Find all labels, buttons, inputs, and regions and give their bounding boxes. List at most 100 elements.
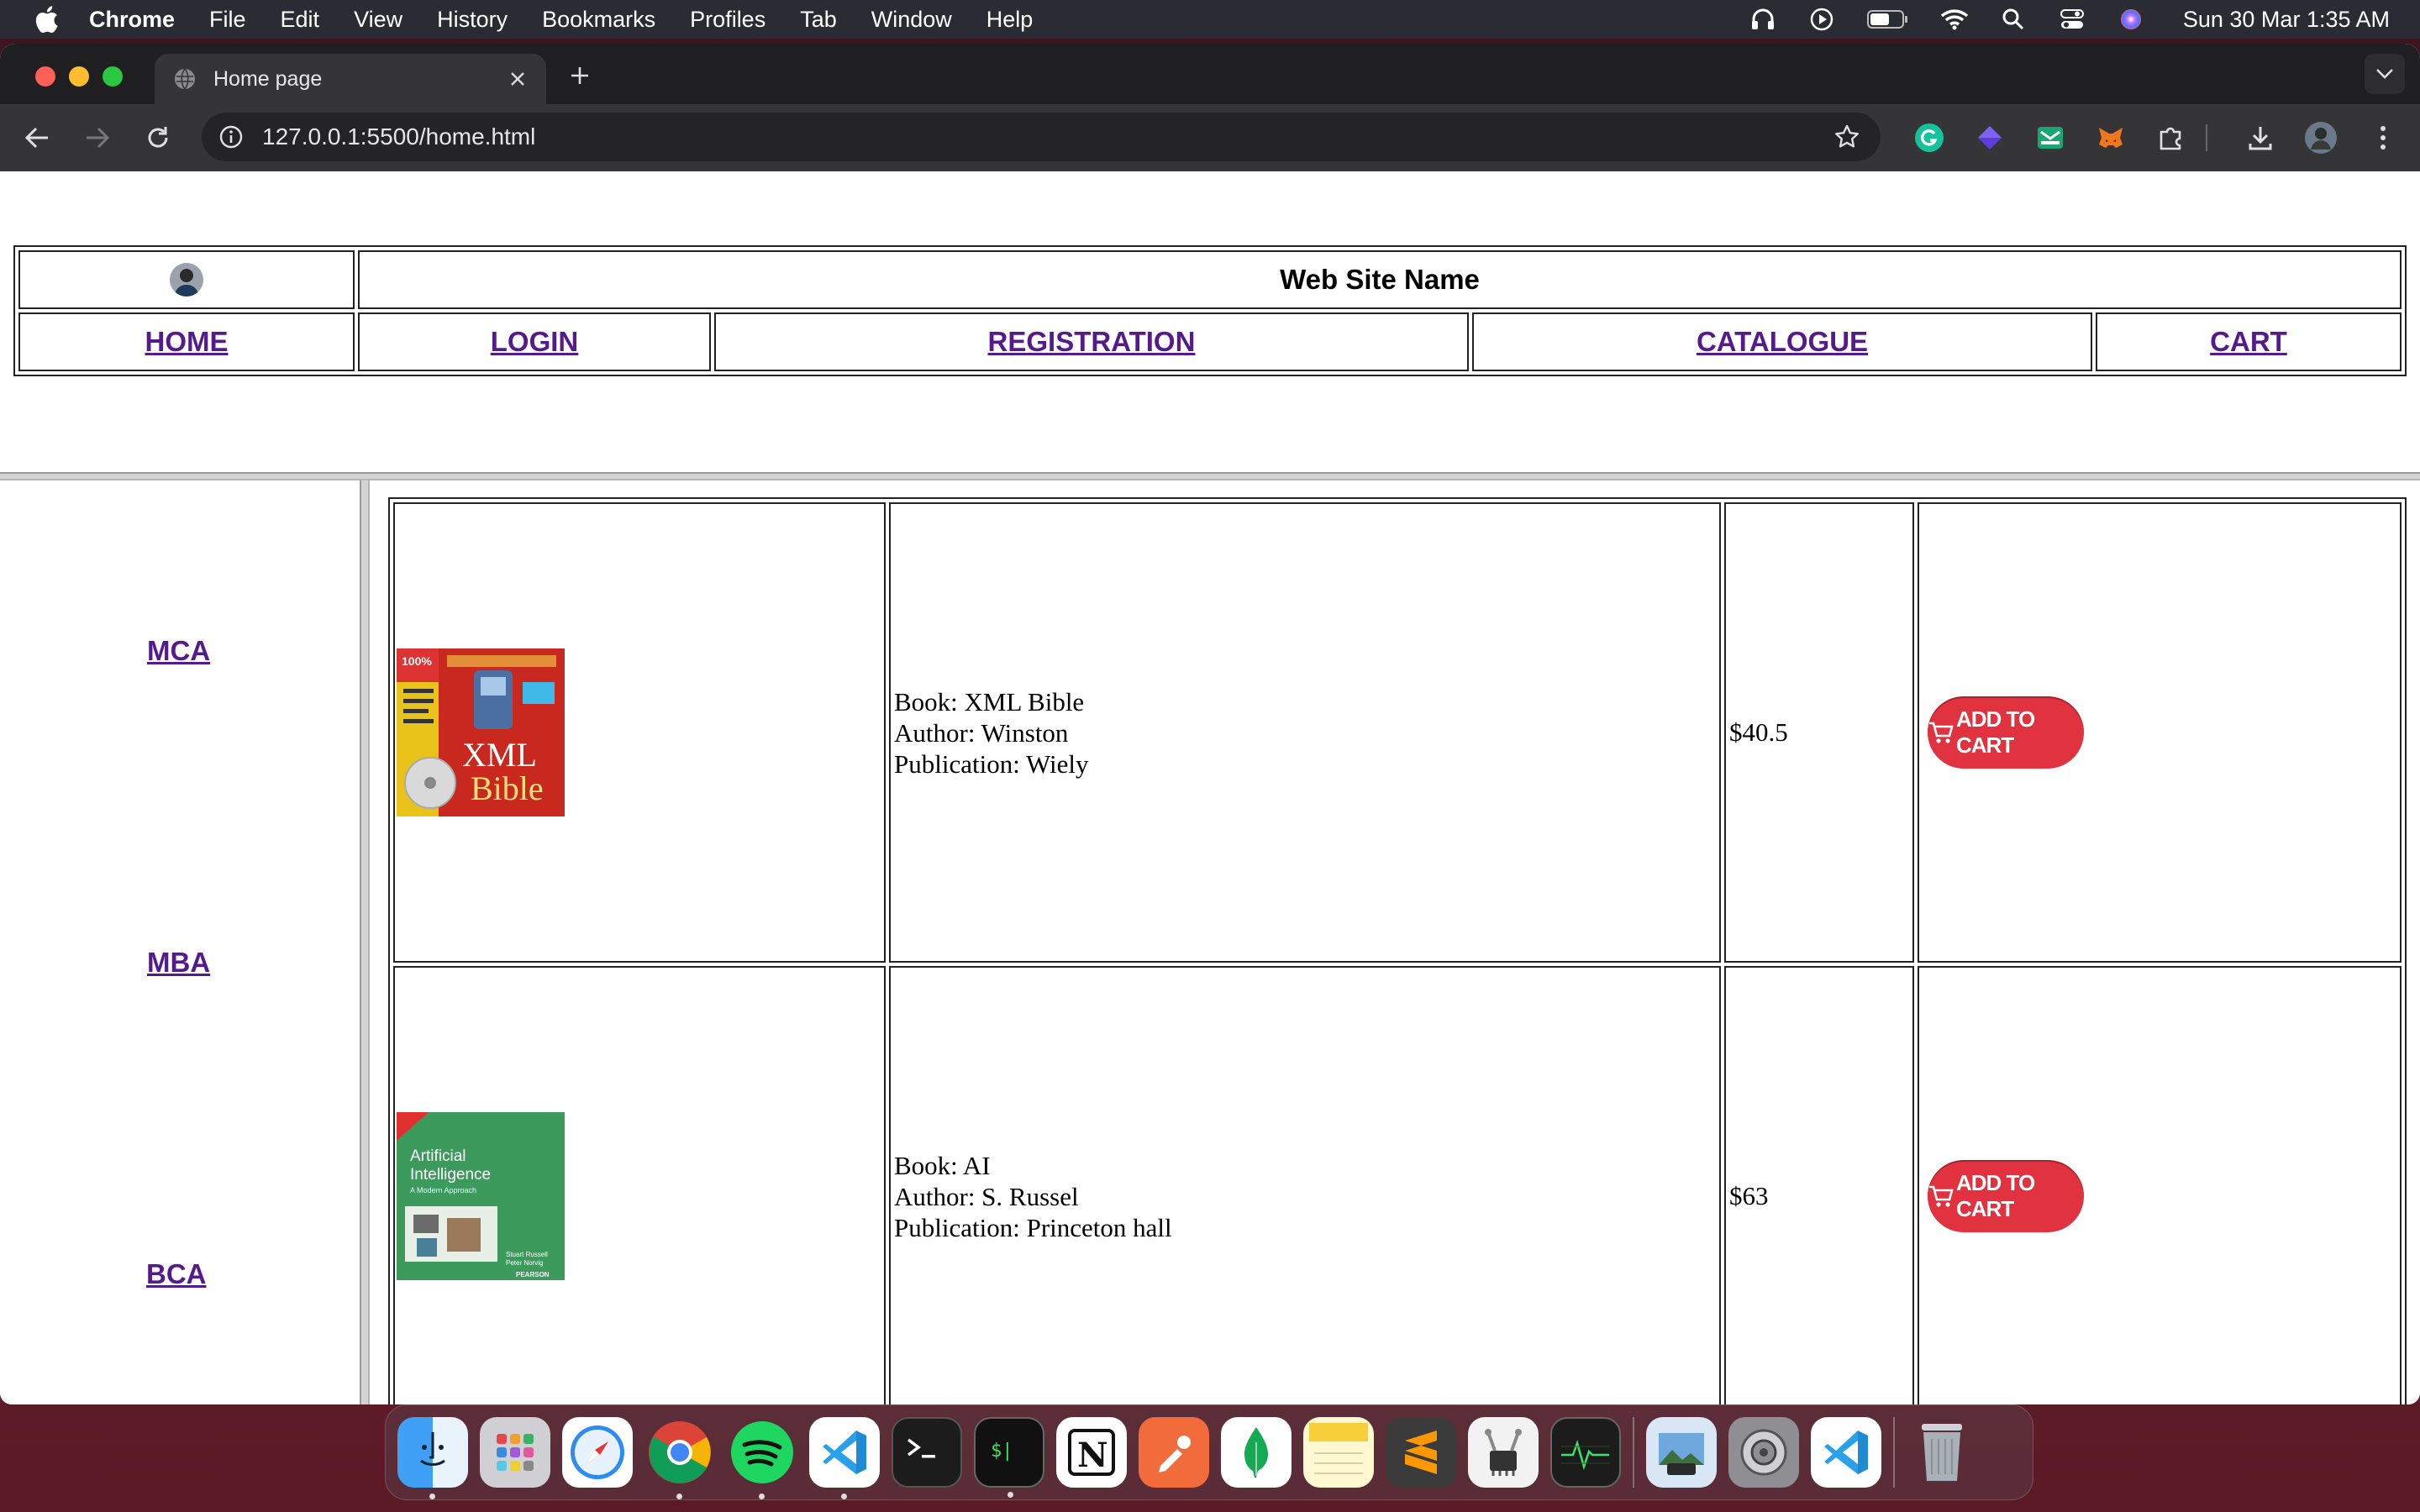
menu-view[interactable]: View [354,7,402,33]
trash-icon[interactable] [1907,1417,1977,1488]
battery-icon[interactable] [1865,7,1911,32]
menu-profiles[interactable]: Profiles [690,7,765,33]
book-author: Author: Winston [894,717,1069,748]
postman-icon[interactable] [1139,1417,1209,1488]
svg-text:100%: 100% [402,654,432,668]
svg-text:PEARSON: PEARSON [516,1271,550,1278]
web-page: Web Site Name HOME LOGIN REGISTRATION CA… [0,171,2420,1404]
add-to-cart-label: ADD TO CART [1956,1170,2035,1221]
tab-close-icon[interactable] [502,64,533,94]
table-row: Artificial Intelligence A Modern Approac… [393,966,2402,1404]
launchpad-icon[interactable] [480,1417,550,1488]
wifi-icon[interactable] [1939,7,1970,32]
frame-divider-horizontal[interactable] [0,472,2420,480]
system-settings-icon[interactable] [1728,1417,1799,1488]
nav-cell-catalogue: CATALOGUE [1472,312,2092,371]
catalogue-table: 100% XML Bible Book: XML Bible Author: W… [388,497,2407,1404]
running-indicator [841,1494,847,1499]
menu-file[interactable]: File [209,7,246,33]
site-info-icon[interactable] [217,123,245,151]
nav-link-registration[interactable]: REGISTRATION [988,326,1196,357]
safari-icon[interactable] [562,1417,633,1488]
tab-home-page[interactable]: Home page [155,54,546,104]
finder-icon[interactable] [397,1417,468,1499]
menu-app-name[interactable]: Chrome [89,7,175,33]
menu-history[interactable]: History [437,7,508,33]
svg-text:XML: XML [462,736,537,774]
frame-divider-vertical[interactable] [360,480,370,1404]
spotify-icon[interactable] [727,1417,797,1499]
grammarly-icon[interactable] [1912,121,1946,155]
bookmark-star-icon[interactable] [1832,122,1862,152]
menu-edit[interactable]: Edit [281,7,320,33]
activity-monitor-icon[interactable] [1550,1417,1621,1488]
cart-icon [1928,1183,1954,1210]
now-playing-icon[interactable] [1807,7,1837,32]
sidebar-link-bca[interactable]: BCA [146,1258,207,1290]
close-window-button[interactable] [35,66,55,87]
running-indicator [429,1494,435,1499]
nav-link-home[interactable]: HOME [145,326,229,357]
headphones-icon[interactable] [1748,7,1778,32]
menu-window[interactable]: Window [871,7,952,33]
zoom-window-button[interactable] [103,66,123,87]
forward-button[interactable] [81,121,114,155]
menu-help[interactable]: Help [986,7,1034,33]
metamask-fox-icon[interactable] [2094,121,2128,155]
profile-avatar[interactable] [2304,121,2338,155]
iterm-icon[interactable]: $| [974,1417,1044,1498]
apple-icon[interactable] [34,5,59,34]
nav-link-catalogue[interactable]: CATALOGUE [1697,326,1868,357]
globe-icon [173,67,197,91]
siri-icon[interactable] [2116,7,2146,32]
book-cover-ai: Artificial Intelligence A Modern Approac… [397,1112,565,1280]
menu-bookmarks[interactable]: Bookmarks [542,7,655,33]
add-to-cart-button[interactable]: ADD TO CART [1928,1160,2084,1232]
book-title: Book: XML Bible [894,686,1085,717]
terminal-icon[interactable] [892,1417,962,1488]
sidebar-link-mba[interactable]: MBA [147,947,210,979]
book-publication: Publication: Princeton hall [894,1212,1172,1242]
details-cell: Book: XML Bible Author: Winston Publicat… [889,502,1721,963]
menu-tab[interactable]: Tab [800,7,837,33]
new-tab-button[interactable] [563,59,597,92]
tab-strip: Home page [0,44,2420,104]
reload-button[interactable] [141,121,175,155]
mail-extension-icon[interactable] [2033,121,2067,155]
running-indicator [759,1494,765,1499]
vscode-icon[interactable] [1811,1417,1881,1488]
sidebar-link-mca[interactable]: MCA [147,635,210,667]
chrome-icon[interactable] [644,1417,715,1499]
site-header-table: Web Site Name HOME LOGIN REGISTRATION CA… [13,245,2407,376]
add-to-cart-button[interactable]: ADD TO CART [1928,696,2084,769]
notes-icon[interactable] [1303,1417,1374,1488]
layers-extension-icon[interactable] [1973,121,2007,155]
tab-search-button[interactable] [2365,54,2405,94]
svg-text:Bible: Bible [471,769,544,807]
back-button[interactable] [20,121,54,155]
add-to-cart-label: ADD TO CART [1956,706,2035,758]
spotlight-search-icon[interactable] [1998,7,2028,32]
mongodb-icon[interactable] [1221,1417,1292,1488]
minimize-window-button[interactable] [69,66,89,87]
url-text[interactable]: 127.0.0.1:5500/home.html [262,123,1832,150]
control-center-icon[interactable] [2057,7,2087,32]
system-information-icon[interactable] [1468,1417,1539,1488]
svg-text:Stuart Russell: Stuart Russell [506,1251,548,1258]
svg-text:Intelligence: Intelligence [410,1166,491,1184]
downloads-icon[interactable] [2244,121,2277,155]
nav-link-login[interactable]: LOGIN [491,326,579,357]
table-row: 100% XML Bible Book: XML Bible Author: W… [393,502,2402,963]
extensions-puzzle-icon[interactable] [2154,121,2188,155]
vscode-icon[interactable] [809,1417,880,1499]
chrome-menu-icon[interactable] [2366,121,2400,155]
notion-icon[interactable]: N [1056,1417,1127,1488]
preview-icon[interactable] [1646,1417,1717,1488]
svg-text:Peter Norvig: Peter Norvig [506,1259,543,1267]
sublime-text-icon[interactable] [1386,1417,1456,1488]
nav-link-cart[interactable]: CART [2210,326,2287,357]
book-price: $63 [1729,1181,1769,1210]
menu-clock[interactable]: Sun 30 Mar 1:35 AM [2183,7,2390,33]
address-bar[interactable]: 127.0.0.1:5500/home.html [202,113,1881,161]
cover-cell: Artificial Intelligence A Modern Approac… [393,966,886,1404]
